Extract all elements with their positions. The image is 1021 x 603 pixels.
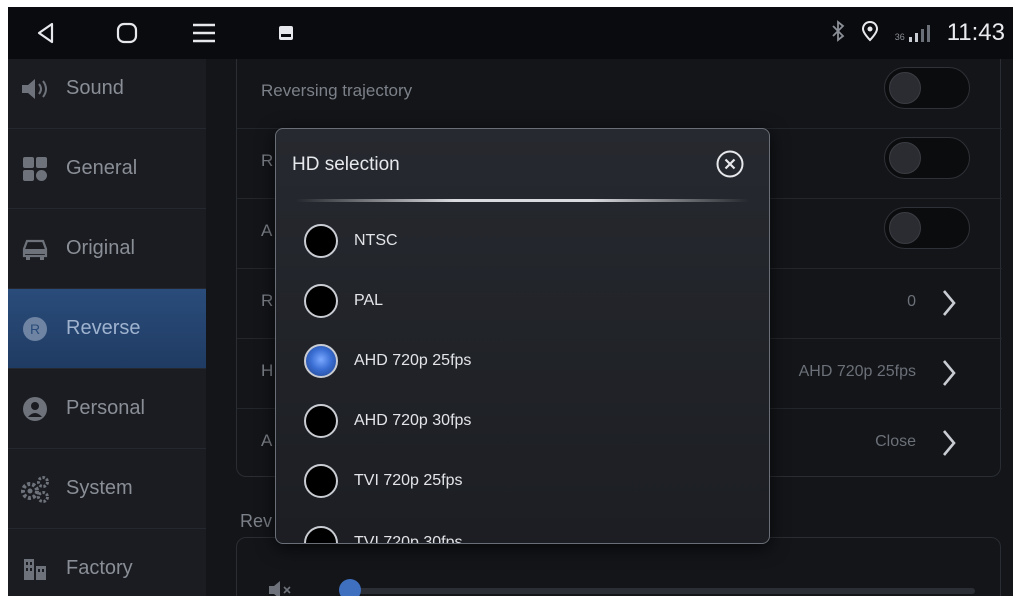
person-icon <box>18 392 52 426</box>
option-ntsc[interactable]: NTSC <box>304 219 744 263</box>
option-pal[interactable]: PAL <box>304 279 744 323</box>
sidebar-item-label: System <box>66 477 133 499</box>
clock: 11:43 <box>946 19 1005 46</box>
sidebar: Sound General Original R Reverse Persona… <box>8 59 206 596</box>
sidebar-item-system[interactable]: System <box>8 449 206 529</box>
chevron-right-icon[interactable] <box>934 285 964 321</box>
toggle-switch[interactable] <box>884 137 970 179</box>
sidebar-item-label: Reverse <box>66 317 141 339</box>
chevron-right-icon[interactable] <box>934 355 964 391</box>
option-label: TVI 720p 25fps <box>354 472 463 489</box>
radio-button[interactable] <box>304 284 338 318</box>
close-icon[interactable] <box>715 149 745 179</box>
sidebar-item-original[interactable]: Original <box>8 209 206 289</box>
volume-card <box>236 537 1001 596</box>
option-label: TVI 720p 30fps <box>354 534 463 544</box>
toggle-switch[interactable] <box>884 207 970 249</box>
sidebar-item-general[interactable]: General <box>8 129 206 209</box>
signal-icon: 36 <box>895 24 931 42</box>
option-ahd-720p-25fps[interactable]: AHD 720p 25fps <box>304 339 744 383</box>
menu-icon[interactable] <box>188 17 220 49</box>
reverse-icon: R <box>18 312 52 346</box>
setting-label: H <box>261 361 274 380</box>
sidebar-item-label: Factory <box>66 557 133 579</box>
toggle-knob <box>889 212 921 244</box>
volume-slider-track[interactable] <box>349 588 975 594</box>
factory-icon <box>18 552 52 586</box>
option-label: NTSC <box>354 232 398 249</box>
sidebar-item-label: Sound <box>66 77 124 99</box>
radio-button[interactable] <box>304 224 338 258</box>
hd-selection-dialog: HD selection NTSC PAL AHD 720p 25fps AHD… <box>275 128 770 544</box>
sidebar-item-label: Original <box>66 237 135 259</box>
back-icon[interactable] <box>30 17 62 49</box>
home-icon[interactable] <box>111 17 143 49</box>
option-tvi-720p-30fps[interactable]: TVI 720p 30fps <box>304 521 744 544</box>
dialog-divider <box>296 199 749 202</box>
toggle-switch[interactable] <box>884 67 970 109</box>
option-ahd-720p-30fps[interactable]: AHD 720p 30fps <box>304 399 744 443</box>
toggle-knob <box>889 142 921 174</box>
svg-text:R: R <box>30 321 40 337</box>
signal-label: 36 <box>894 32 905 42</box>
chevron-right-icon[interactable] <box>934 425 964 461</box>
sidebar-item-reverse[interactable]: R Reverse <box>8 289 206 369</box>
setting-value: 0 <box>907 293 916 310</box>
setting-value: AHD 720p 25fps <box>798 363 916 380</box>
setting-value: Close <box>875 433 916 450</box>
car-icon <box>18 232 52 266</box>
radio-button[interactable] <box>304 404 338 438</box>
setting-label: Reversing trajectory <box>261 81 413 100</box>
gears-icon <box>18 472 52 506</box>
radio-button[interactable] <box>304 464 338 498</box>
option-label: AHD 720p 25fps <box>354 352 472 369</box>
sidebar-item-sound[interactable]: Sound <box>8 49 206 129</box>
speaker-icon <box>18 72 52 106</box>
sidebar-item-label: Personal <box>66 397 145 419</box>
setting-row[interactable]: Reversing trajectory <box>237 59 1002 129</box>
bluetooth-icon <box>831 19 845 47</box>
option-label: PAL <box>354 292 384 309</box>
setting-label: A <box>261 221 273 240</box>
setting-label: R <box>261 151 274 170</box>
location-icon <box>861 20 879 47</box>
grid-icon <box>18 152 52 186</box>
setting-label: R <box>261 291 274 310</box>
mute-icon[interactable] <box>267 578 295 596</box>
setting-label: A <box>261 431 273 450</box>
radio-button-selected[interactable] <box>304 344 338 378</box>
notification-icon <box>270 17 302 49</box>
volume-slider-thumb[interactable] <box>339 579 361 596</box>
sidebar-item-label: General <box>66 157 138 179</box>
sidebar-item-personal[interactable]: Personal <box>8 369 206 449</box>
sidebar-item-factory[interactable]: Factory <box>8 529 206 596</box>
dialog-title: HD selection <box>292 154 400 175</box>
option-tvi-720p-25fps[interactable]: TVI 720p 25fps <box>304 459 744 503</box>
radio-button[interactable] <box>304 526 338 543</box>
option-label: AHD 720p 30fps <box>354 412 472 429</box>
screen: 36 11:43 Sound General Original R Revers… <box>8 7 1013 596</box>
section-label: Rev <box>240 511 273 531</box>
toggle-knob <box>889 72 921 104</box>
